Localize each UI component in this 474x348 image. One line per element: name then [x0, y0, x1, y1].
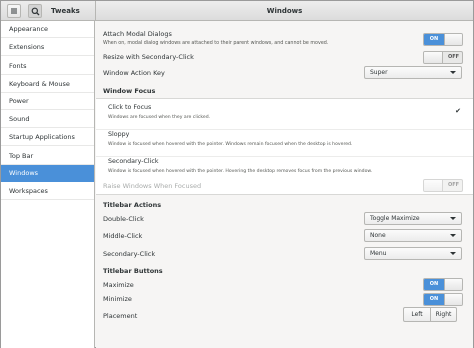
maximize-switch[interactable]: ON: [423, 278, 463, 291]
window-focus-header: Window Focus: [103, 87, 156, 95]
secondary-click-label: Secondary-Click: [103, 250, 156, 258]
double-click-label: Double-Click: [103, 215, 144, 223]
raise-windows-label: Raise Windows When Focused: [103, 182, 202, 190]
dropdown-value: None: [370, 232, 386, 239]
search-icon: [31, 7, 39, 15]
sidebar-item-sound[interactable]: Sound: [1, 111, 94, 128]
sidebar-item-workspaces[interactable]: Workspaces: [1, 183, 94, 200]
switch-off-label: OFF: [447, 182, 460, 188]
option-description: Window is focused when hovered with the …: [108, 169, 373, 174]
search-button[interactable]: [28, 4, 42, 18]
switch-on-label: ON: [424, 34, 444, 45]
sidebar-item-keyboard-mouse[interactable]: Keyboard & Mouse: [1, 76, 94, 93]
middle-click-label: Middle-Click: [103, 232, 143, 240]
option-description: Window is focused when hovered with the …: [108, 142, 353, 147]
placement-label: Placement: [103, 312, 138, 320]
minimize-switch[interactable]: ON: [423, 293, 463, 306]
switch-off-label: OFF: [447, 54, 460, 60]
resize-secondary-switch[interactable]: OFF: [423, 51, 463, 64]
maximize-label: Maximize: [103, 281, 134, 289]
titlebar-buttons-header: Titlebar Buttons: [103, 267, 163, 275]
dropdown-value: Super: [370, 69, 388, 76]
dropdown-value: Menu: [370, 250, 387, 257]
minimize-label: Minimize: [103, 295, 132, 303]
double-click-dropdown[interactable]: Toggle Maximize: [364, 212, 462, 225]
option-title: Sloppy: [108, 131, 130, 138]
titlebar-actions-header: Titlebar Actions: [103, 201, 162, 209]
sidebar-item-appearance[interactable]: Appearance: [1, 21, 94, 38]
placement-toggle: Left Right: [403, 307, 457, 322]
attach-modal-description: When on, modal dialog windows are attach…: [103, 41, 329, 46]
window-action-key-dropdown[interactable]: Super: [364, 66, 462, 79]
switch-knob: [424, 180, 443, 191]
chevron-down-icon: [450, 234, 456, 237]
placement-right-button[interactable]: Right: [430, 308, 456, 321]
switch-knob: [424, 52, 443, 63]
window-focus-list: Click to Focus Windows are focused when …: [96, 98, 473, 195]
placement-left-button[interactable]: Left: [404, 308, 430, 321]
chevron-down-icon: [450, 217, 456, 220]
sidebar-item-windows[interactable]: Windows: [1, 165, 94, 182]
tweaks-window: Tweaks Windows Appearance Extensions Fon…: [0, 0, 474, 348]
chevron-down-icon: [450, 71, 456, 74]
menu-button[interactable]: [7, 4, 21, 18]
switch-knob: [444, 294, 462, 305]
switch-on-label: ON: [424, 294, 444, 305]
page-title: Windows: [266, 7, 303, 15]
focus-option-secondary-click[interactable]: Secondary-Click Window is focused when h…: [96, 153, 473, 184]
sidebar-item-extensions[interactable]: Extensions: [1, 39, 94, 56]
hamburger-icon: [11, 8, 17, 14]
window-action-key-label: Window Action Key: [103, 69, 165, 77]
sidebar-item-power[interactable]: Power: [1, 93, 94, 110]
raise-windows-switch[interactable]: OFF: [423, 179, 463, 192]
option-description: Windows are focused when they are clicke…: [108, 115, 211, 120]
switch-knob: [444, 34, 462, 45]
checkmark-icon: ✔: [455, 107, 461, 115]
attach-modal-switch[interactable]: ON: [423, 33, 463, 46]
app-title: Tweaks: [51, 7, 80, 15]
secondary-click-dropdown[interactable]: Menu: [364, 247, 462, 260]
chevron-down-icon: [450, 252, 456, 255]
sidebar-item-top-bar[interactable]: Top Bar: [1, 148, 94, 165]
middle-click-dropdown[interactable]: None: [364, 229, 462, 242]
dropdown-value: Toggle Maximize: [370, 215, 420, 222]
sidebar-item-startup-applications[interactable]: Startup Applications: [1, 129, 94, 146]
resize-secondary-label: Resize with Secondary-Click: [103, 53, 194, 61]
switch-knob: [444, 279, 462, 290]
header-bar: Tweaks Windows: [1, 1, 473, 21]
switch-on-label: ON: [424, 279, 444, 290]
option-title: Secondary-Click: [108, 158, 159, 165]
sidebar-item-fonts[interactable]: Fonts: [1, 58, 94, 75]
option-title: Click to Focus: [108, 104, 152, 111]
settings-panel: Attach Modal Dialogs When on, modal dial…: [96, 21, 473, 348]
attach-modal-label: Attach Modal Dialogs: [103, 30, 172, 38]
sidebar: Appearance Extensions Fonts Keyboard & M…: [1, 21, 95, 348]
